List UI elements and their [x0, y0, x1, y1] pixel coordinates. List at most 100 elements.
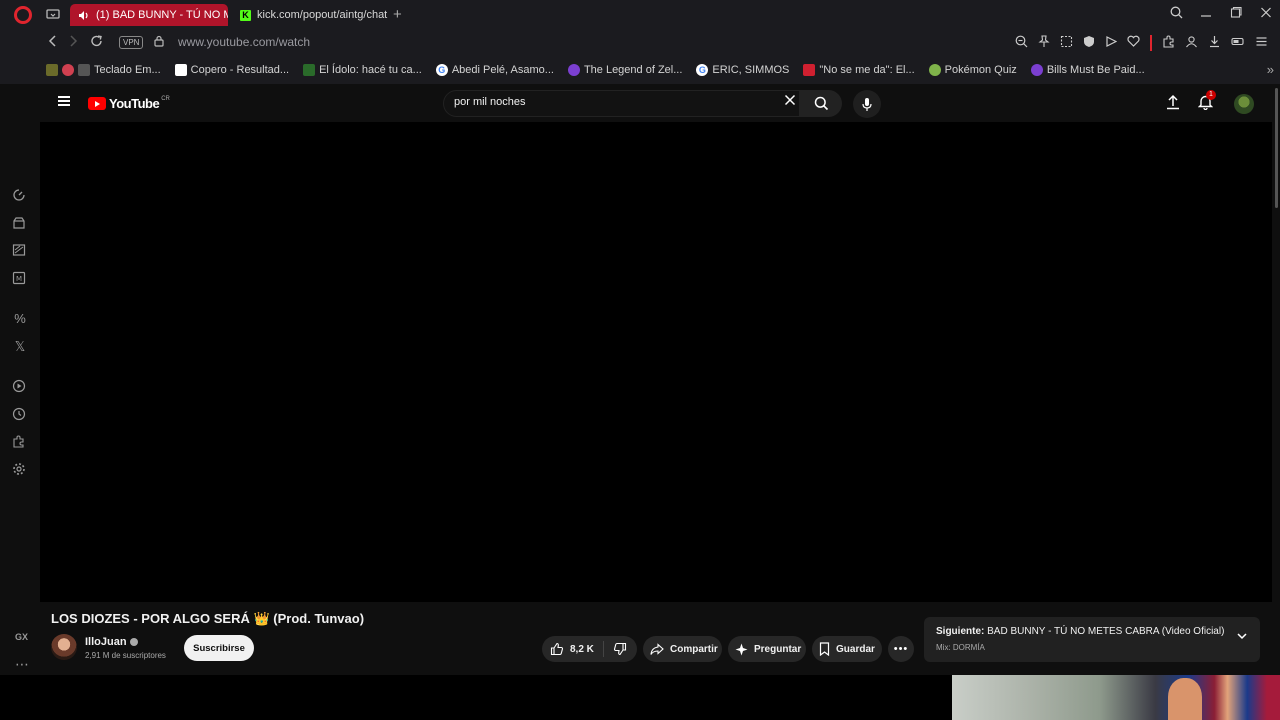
player-icon[interactable]: [1105, 35, 1117, 51]
subscriber-count: 2,91 M de suscriptores: [85, 651, 166, 660]
pin-icon[interactable]: [1038, 35, 1050, 51]
tab-bar: (1) BAD BUNNY - TÚ NO METES CABRA K kick…: [0, 0, 1280, 30]
heart-icon[interactable]: [1127, 35, 1140, 51]
youtube-logo[interactable]: YouTube CR: [88, 96, 170, 111]
bookmark-favicon-icon: [567, 64, 580, 76]
forward-button[interactable]: [68, 34, 78, 48]
settings-gear-icon[interactable]: [12, 462, 28, 478]
history-icon[interactable]: [12, 407, 28, 423]
chevron-down-icon[interactable]: [1236, 630, 1248, 642]
more-actions-button[interactable]: •••: [888, 636, 914, 662]
easy-setup-icon[interactable]: [1255, 35, 1268, 51]
speaker-icon[interactable]: [78, 9, 90, 21]
like-count: 8,2 K: [570, 643, 594, 655]
tab-label: (1) BAD BUNNY - TÚ NO METES CABRA: [96, 9, 228, 21]
bookmark-item[interactable]: The Legend of Zel...: [567, 64, 682, 76]
share-button[interactable]: Compartir: [643, 636, 722, 662]
dislike-button[interactable]: [604, 642, 636, 656]
shield-icon[interactable]: [1083, 35, 1095, 51]
close-window-button[interactable]: [1260, 6, 1274, 19]
like-button[interactable]: 8,2 K: [542, 641, 604, 657]
bookmark-item[interactable]: Teclado Em...: [46, 64, 161, 76]
up-next-line: Siguiente: BAD BUNNY - TÚ NO METES CABRA…: [936, 626, 1224, 637]
search-button[interactable]: [800, 90, 842, 117]
voice-search-button[interactable]: [853, 90, 881, 118]
minimize-button[interactable]: [1200, 6, 1214, 19]
webcam-face: [1168, 678, 1202, 720]
gx-label[interactable]: GX: [15, 632, 28, 642]
bookmark-item[interactable]: Bills Must Be Paid...: [1030, 64, 1145, 76]
discount-icon[interactable]: %: [12, 311, 28, 327]
bookmark-favicon-icon: [62, 64, 74, 76]
bookmark-item[interactable]: Copero - Resultad...: [174, 64, 289, 76]
player-sidebar-icon[interactable]: [12, 379, 28, 395]
search-tabs-icon[interactable]: [1170, 6, 1184, 19]
gx-control-icon[interactable]: [12, 188, 28, 204]
tab-kick-chat[interactable]: K kick.com/popout/aintg/chat: [232, 4, 392, 26]
url-field[interactable]: www.youtube.com/watch: [178, 35, 310, 49]
game-news-icon[interactable]: [12, 243, 28, 259]
snapshot-icon[interactable]: [1060, 35, 1073, 51]
channel-name[interactable]: IlloJuan: [85, 636, 127, 648]
video-title: LOS DIOZES - POR ALGO SERÁ 👑 (Prod. Tunv…: [51, 611, 365, 626]
bookmark-item[interactable]: Pokémon Quiz: [928, 64, 1017, 76]
clear-search-icon[interactable]: [784, 94, 796, 106]
extensions-sidebar-icon[interactable]: [12, 435, 28, 451]
x-twitter-icon[interactable]: 𝕏: [12, 339, 28, 355]
upload-icon[interactable]: [1166, 94, 1180, 110]
subscribe-button[interactable]: Suscribirse: [184, 635, 254, 661]
user-avatar[interactable]: [1234, 94, 1254, 114]
mix-label: Mix: DORMÍA: [936, 643, 985, 652]
maximize-button[interactable]: [1230, 6, 1244, 19]
save-button[interactable]: Guardar: [812, 636, 882, 662]
save-label: Guardar: [836, 643, 875, 655]
up-next-title: BAD BUNNY - TÚ NO METES CABRA (Video Ofi…: [987, 626, 1225, 637]
thumbs-down-icon: [613, 642, 627, 656]
bookmark-item[interactable]: G Abedi Pelé, Asamo...: [435, 64, 554, 76]
hamburger-menu-icon[interactable]: [58, 96, 70, 106]
tab-label: kick.com/popout/aintg/chat: [257, 9, 388, 21]
bookmarks-overflow-icon[interactable]: »: [1267, 62, 1274, 77]
tab-youtube[interactable]: (1) BAD BUNNY - TÚ NO METES CABRA: [70, 4, 228, 26]
search-box: [443, 90, 800, 117]
scrollbar-thumb[interactable]: [1275, 88, 1278, 208]
window-controls: [1170, 6, 1274, 19]
new-tab-button[interactable]: +: [393, 6, 402, 23]
bookmark-favicon-icon: [174, 64, 187, 76]
google-icon: G: [435, 64, 448, 76]
messenger-icon[interactable]: M: [12, 271, 28, 287]
search-input[interactable]: [454, 96, 774, 108]
verified-icon: [129, 638, 138, 647]
store-icon[interactable]: [12, 216, 28, 232]
bookmark-favicon-icon: [78, 64, 90, 76]
toolbar-separator: [1150, 35, 1152, 51]
up-next-card[interactable]: Siguiente: BAD BUNNY - TÚ NO METES CABRA…: [924, 617, 1260, 662]
tab-menu-icon[interactable]: [46, 8, 62, 22]
svg-text:M: M: [16, 275, 22, 283]
download-icon[interactable]: [1208, 35, 1221, 51]
profile-icon[interactable]: [1185, 35, 1198, 51]
video-player[interactable]: [40, 122, 1272, 602]
channel-avatar[interactable]: [51, 634, 77, 660]
address-bar: VPN www.youtube.com/watch: [0, 30, 1280, 56]
opera-sidebar: M % 𝕏 GX ⋯: [0, 84, 40, 720]
opera-logo-icon[interactable]: [14, 6, 32, 24]
extensions-icon[interactable]: [1162, 35, 1175, 51]
notification-count-badge: 1: [1206, 90, 1216, 100]
bookmark-favicon-icon: [1030, 64, 1043, 76]
vpn-badge[interactable]: VPN: [119, 36, 144, 49]
channel-name-row[interactable]: IlloJuan: [85, 636, 138, 648]
lock-icon[interactable]: [154, 35, 164, 47]
ask-button[interactable]: Preguntar: [728, 636, 806, 662]
bookmark-item[interactable]: G ERIC, SIMMOS: [696, 64, 789, 76]
more-options-icon[interactable]: ⋯: [15, 656, 29, 673]
zoom-icon[interactable]: [1015, 35, 1028, 51]
microphone-icon: [862, 97, 872, 112]
bookmark-item[interactable]: "No se me da": El...: [803, 64, 915, 76]
back-button[interactable]: [48, 34, 58, 48]
share-icon: [650, 642, 664, 656]
bookmark-item[interactable]: El Ídolo: hacé tu ca...: [303, 64, 422, 76]
battery-saver-icon[interactable]: [1231, 35, 1245, 51]
address-bar-tools: [1015, 35, 1268, 51]
reload-button[interactable]: [90, 34, 103, 48]
